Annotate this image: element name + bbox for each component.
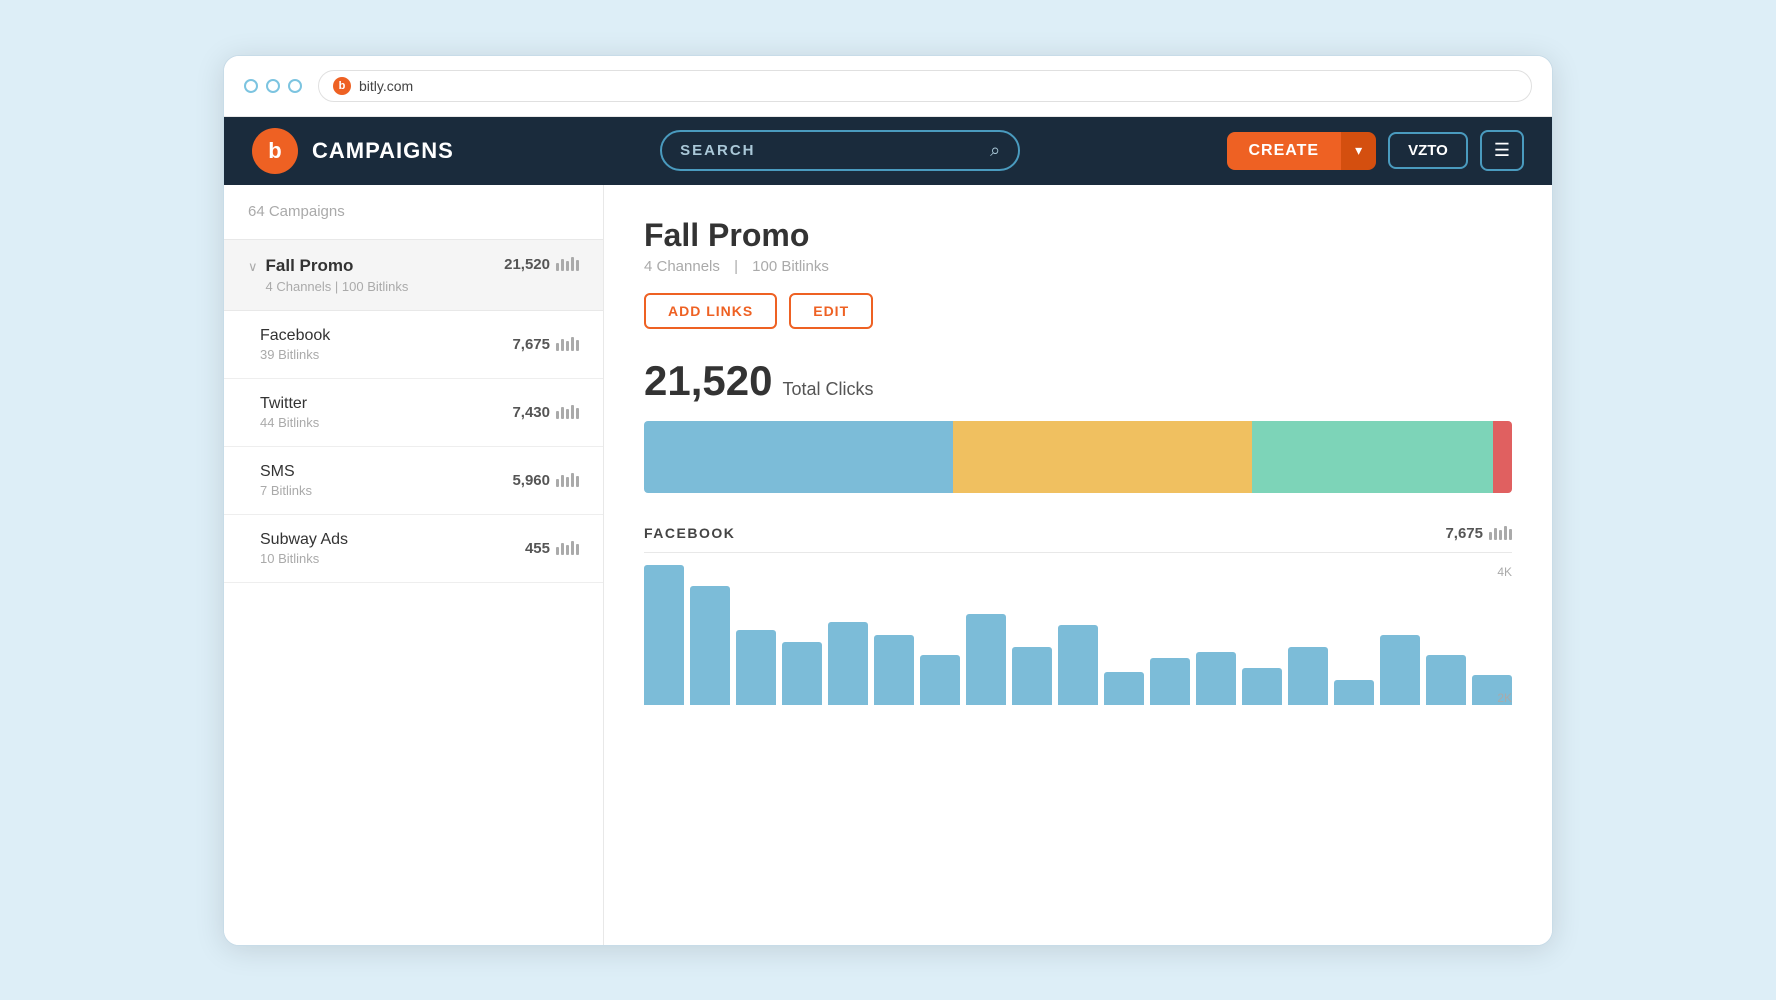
create-button[interactable]: CREATE (1227, 132, 1342, 170)
chart-bar (920, 655, 960, 704)
channel-list: Facebook 39 Bitlinks 7,675 Twitter 44 Bi… (224, 311, 603, 583)
sidebar-header: 64 Campaigns (224, 185, 603, 240)
main-content: Fall Promo 4 Channels | 100 Bitlinks ADD… (604, 185, 1552, 945)
total-clicks-section: 21,520 Total Clicks (644, 357, 1512, 405)
sidebar: 64 Campaigns ∨ Fall Promo 4 Channels | 1… (224, 185, 604, 945)
logo-area: b CAMPAIGNS (252, 128, 454, 174)
chart-bar (1242, 668, 1282, 704)
channel-item[interactable]: Twitter 44 Bitlinks 7,430 (224, 379, 603, 447)
browser-chrome: b bitly.com (224, 56, 1552, 117)
channel-name: SMS (260, 463, 312, 481)
chart-bar (828, 622, 868, 704)
browser-dot-3[interactable] (288, 79, 302, 93)
bar-label-2k: 2K (1497, 691, 1512, 705)
chart-bar (1196, 652, 1236, 705)
campaign-meta: 4 Channels | 100 Bitlinks (266, 279, 409, 294)
channel-section-count: 7,675 (1445, 525, 1512, 542)
search-icon: ⌕ (990, 140, 1000, 161)
channel-section-header: FACEBOOK 7,675 (644, 525, 1512, 553)
stats-bar-icon (556, 257, 579, 271)
header-actions: CREATE ▾ VZTO ☰ (1227, 130, 1525, 171)
channel-meta: 10 Bitlinks (260, 551, 348, 566)
chart-bar (1426, 655, 1466, 704)
favicon: b (333, 77, 351, 95)
chart-bar (1150, 658, 1190, 704)
channel-bar-icon (556, 337, 579, 351)
search-box[interactable]: ⌕ (660, 130, 1020, 171)
chevron-down-icon: ∨ (248, 259, 258, 275)
channel-name: Twitter (260, 395, 319, 413)
detail-meta: 4 Channels | 100 Bitlinks (644, 258, 1512, 275)
app-title: CAMPAIGNS (312, 138, 454, 164)
campaign-name: Fall Promo (266, 256, 409, 276)
channel-bar-icon (556, 541, 579, 555)
chart-bar (1288, 647, 1328, 705)
bar-chart: 4K 2K (644, 565, 1512, 705)
app-header: b CAMPAIGNS ⌕ CREATE ▾ VZTO ☰ (224, 117, 1552, 185)
bar-segment (953, 421, 1252, 493)
channel-meta: 39 Bitlinks (260, 347, 330, 362)
channel-section-name: FACEBOOK (644, 525, 735, 541)
campaigns-count: 64 Campaigns (248, 203, 345, 220)
bar-segment (1252, 421, 1492, 493)
search-area: ⌕ (478, 130, 1203, 171)
chart-bar (1104, 672, 1144, 705)
browser-dots (244, 79, 302, 93)
chart-bar (736, 630, 776, 704)
bar-label-4k: 4K (1497, 565, 1512, 579)
action-buttons: ADD LINKS EDIT (644, 293, 1512, 329)
bar-chart-labels: 4K 2K (1497, 565, 1512, 705)
channel-name: Subway Ads (260, 531, 348, 549)
browser-window: b bitly.com b CAMPAIGNS ⌕ CREATE ▾ VZTO … (223, 55, 1553, 946)
address-bar[interactable]: b bitly.com (318, 70, 1532, 102)
chart-bar (782, 642, 822, 705)
facebook-section: FACEBOOK 7,675 4K (644, 525, 1512, 705)
channel-stats: 7,430 (512, 404, 579, 421)
stacked-bar (644, 421, 1512, 493)
chart-bar (966, 614, 1006, 705)
channel-stats: 7,675 (512, 336, 579, 353)
total-clicks-number: 21,520 (644, 357, 772, 405)
chart-bar (874, 635, 914, 704)
chart-bar (1380, 635, 1420, 704)
chart-bar (1334, 680, 1374, 705)
channel-meta: 7 Bitlinks (260, 483, 312, 498)
campaign-stats: 21,520 (504, 256, 579, 273)
logo-icon: b (252, 128, 298, 174)
chart-bar (1012, 647, 1052, 705)
bar-segment (1493, 421, 1512, 493)
channel-bar-icon (556, 473, 579, 487)
channel-stats-icon (1489, 526, 1512, 540)
search-input[interactable] (680, 142, 980, 159)
browser-dot-1[interactable] (244, 79, 258, 93)
chart-bar (644, 565, 684, 705)
channel-name: Facebook (260, 327, 330, 345)
chart-bar (1058, 625, 1098, 704)
channel-item[interactable]: Facebook 39 Bitlinks 7,675 (224, 311, 603, 379)
detail-title: Fall Promo (644, 217, 1512, 254)
channel-stats: 455 (525, 540, 579, 557)
user-button[interactable]: VZTO (1388, 132, 1468, 169)
channel-stats: 5,960 (512, 472, 579, 489)
browser-dot-2[interactable] (266, 79, 280, 93)
address-text: bitly.com (359, 78, 413, 94)
add-links-button[interactable]: ADD LINKS (644, 293, 777, 329)
total-clicks-label: Total Clicks (782, 379, 873, 400)
create-dropdown-button[interactable]: ▾ (1341, 132, 1376, 170)
menu-button[interactable]: ☰ (1480, 130, 1524, 171)
campaign-item-fall-promo[interactable]: ∨ Fall Promo 4 Channels | 100 Bitlinks 2… (224, 240, 603, 311)
bar-segment (644, 421, 953, 493)
create-btn-group: CREATE ▾ (1227, 132, 1377, 170)
edit-button[interactable]: EDIT (789, 293, 873, 329)
content-area: 64 Campaigns ∨ Fall Promo 4 Channels | 1… (224, 185, 1552, 945)
channel-item[interactable]: Subway Ads 10 Bitlinks 455 (224, 515, 603, 583)
channel-meta: 44 Bitlinks (260, 415, 319, 430)
chart-bar (690, 586, 730, 705)
channel-bar-icon (556, 405, 579, 419)
channel-item[interactable]: SMS 7 Bitlinks 5,960 (224, 447, 603, 515)
